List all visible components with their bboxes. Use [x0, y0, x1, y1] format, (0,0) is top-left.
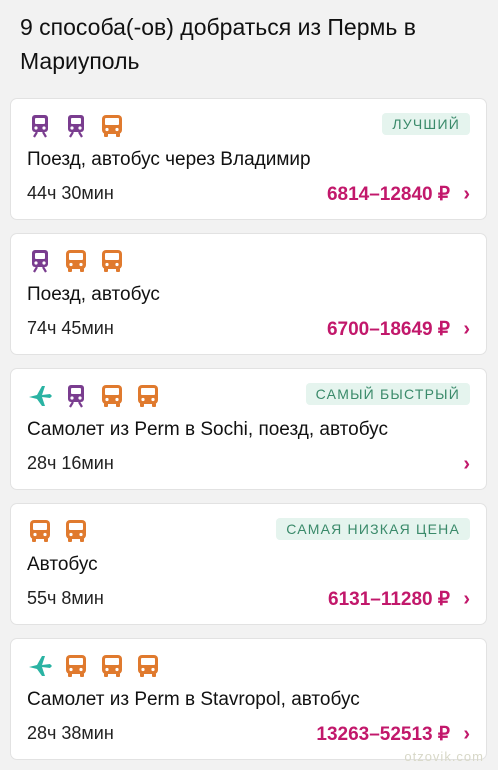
chevron-right-icon[interactable]: ›	[463, 318, 470, 341]
route-card[interactable]: САМАЯ НИЗКАЯ ЦЕНА Автобус 55ч 8мин 6131–112…	[10, 503, 487, 625]
route-title: Самолет из Perm в Sochi, поезд, автобус	[27, 419, 388, 440]
bus-icon	[99, 383, 125, 409]
train-icon	[27, 113, 53, 139]
transport-icons	[27, 383, 161, 411]
chevron-right-icon[interactable]: ›	[463, 453, 470, 476]
transport-icons	[27, 653, 161, 681]
route-price: 6700–18649 ₽	[326, 319, 450, 340]
route-duration: 55ч 8мин	[27, 588, 104, 608]
plane-icon	[27, 653, 53, 679]
train-icon	[63, 383, 89, 409]
route-duration: 44ч 30мин	[27, 183, 114, 203]
transport-icons	[27, 518, 89, 546]
bus-icon	[99, 653, 125, 679]
route-badge: САМАЯ НИЗКАЯ ЦЕНА	[276, 518, 470, 540]
route-duration: 28ч 38мин	[27, 723, 114, 743]
bus-icon	[135, 653, 161, 679]
route-title: Самолет из Perm в Stavropol, автобус	[27, 689, 360, 710]
bus-icon	[63, 248, 89, 274]
bus-icon	[63, 518, 89, 544]
bus-icon	[135, 383, 161, 409]
route-title: Поезд, автобус	[27, 284, 160, 305]
plane-icon	[27, 383, 53, 409]
route-price: 6131–11280 ₽	[328, 589, 450, 610]
route-title: Поезд, автобус через Владимир	[27, 149, 311, 170]
route-title: Автобус	[27, 554, 98, 575]
chevron-right-icon[interactable]: ›	[463, 183, 470, 206]
route-card[interactable]: Самолет из Perm в Stavropol, автобус 28ч …	[10, 638, 487, 760]
route-duration: 74ч 45мин	[27, 318, 114, 338]
bus-icon	[27, 518, 53, 544]
transport-icons	[27, 248, 125, 276]
route-card[interactable]: САМЫЙ БЫСТРЫЙ Самолет из Perm в Sochi, по…	[10, 368, 487, 490]
route-card[interactable]: ЛУЧШИЙ Поезд, автобус через Владимир 44ч 3…	[10, 98, 487, 220]
bus-icon	[63, 653, 89, 679]
route-card[interactable]: Поезд, автобус 74ч 45мин 6700–18649 ₽ ›	[10, 233, 487, 355]
chevron-right-icon[interactable]: ›	[463, 588, 470, 611]
route-badge: САМЫЙ БЫСТРЫЙ	[305, 383, 470, 405]
bus-icon	[99, 248, 125, 274]
watermark: otzovik.com	[404, 749, 484, 764]
page-title: 9 способа(-ов) добраться из Пермь в Мари…	[20, 14, 416, 74]
route-badge: ЛУЧШИЙ	[382, 113, 470, 135]
route-price: 13263–52513 ₽	[316, 724, 450, 745]
train-icon	[27, 248, 53, 274]
bus-icon	[99, 113, 125, 139]
train-icon	[63, 113, 89, 139]
route-duration: 28ч 16мин	[27, 453, 114, 473]
chevron-right-icon[interactable]: ›	[463, 723, 470, 746]
route-price: 6814–12840 ₽	[326, 184, 450, 205]
transport-icons	[27, 113, 125, 141]
